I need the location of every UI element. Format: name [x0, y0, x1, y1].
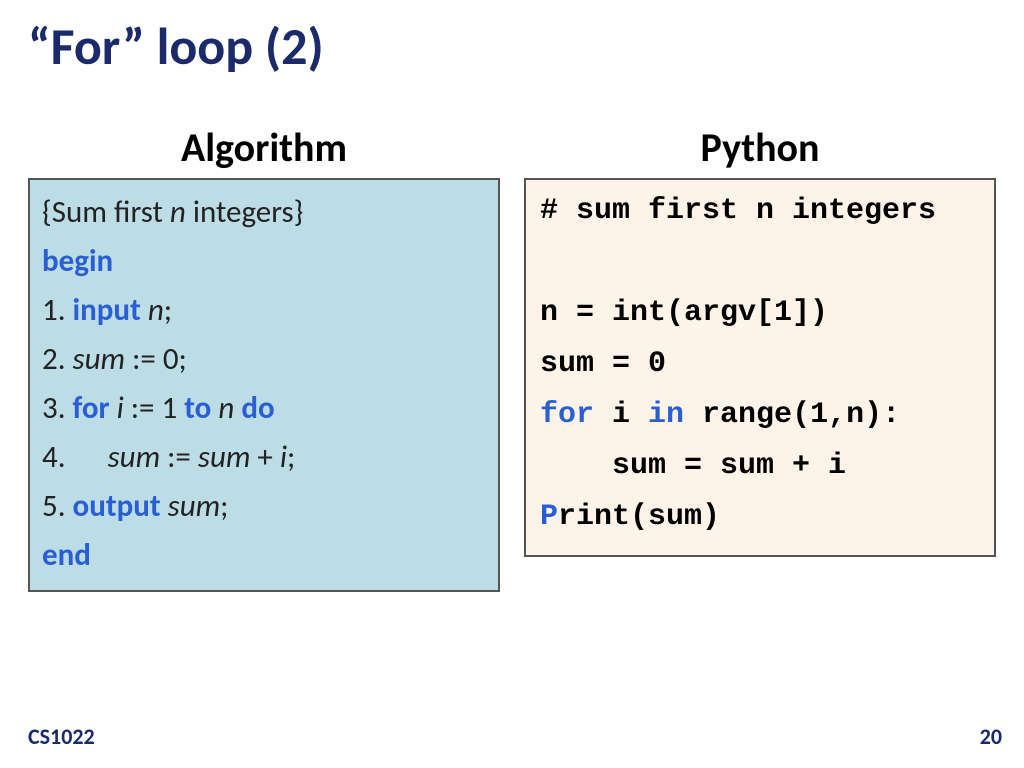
py-line-n: n = int(argv[1]) — [540, 288, 984, 339]
algo-line-title: {Sum first n integers} — [42, 188, 486, 237]
py-line-blank — [540, 237, 984, 288]
py-line-body: sum = sum + i — [540, 441, 984, 492]
algorithm-column: Algorithm {Sum first n integers} begin 1… — [28, 123, 500, 592]
py-line-for: for i in range(1,n): — [540, 390, 984, 441]
python-heading: Python — [524, 123, 996, 172]
algorithm-heading: Algorithm — [28, 123, 500, 172]
algo-line-begin: begin — [42, 237, 486, 286]
slide-title: “For” loop (2) — [28, 18, 996, 75]
algo-line-5: 5. output sum; — [42, 482, 486, 531]
algo-line-3: 3. for i := 1 to n do — [42, 384, 486, 433]
py-line-comment: # sum first n integers — [540, 186, 984, 237]
footer-page: 20 — [980, 723, 1002, 750]
py-line-sum: sum = 0 — [540, 339, 984, 390]
algorithm-box: {Sum first n integers} begin 1. input n;… — [28, 178, 500, 592]
algo-line-4: 4. sum := sum + i; — [42, 433, 486, 482]
python-column: Python # sum first n integers n = int(ar… — [524, 123, 996, 557]
algo-line-2: 2. sum := 0; — [42, 335, 486, 384]
footer-course: CS1022 — [28, 723, 95, 750]
algo-line-1: 1. input n; — [42, 286, 486, 335]
columns: Algorithm {Sum first n integers} begin 1… — [28, 123, 996, 592]
python-box: # sum first n integers n = int(argv[1]) … — [524, 178, 996, 557]
slide: “For” loop (2) Algorithm {Sum first n in… — [0, 0, 1024, 768]
py-line-print: Print(sum) — [540, 492, 984, 543]
algo-line-end: end — [42, 531, 486, 580]
